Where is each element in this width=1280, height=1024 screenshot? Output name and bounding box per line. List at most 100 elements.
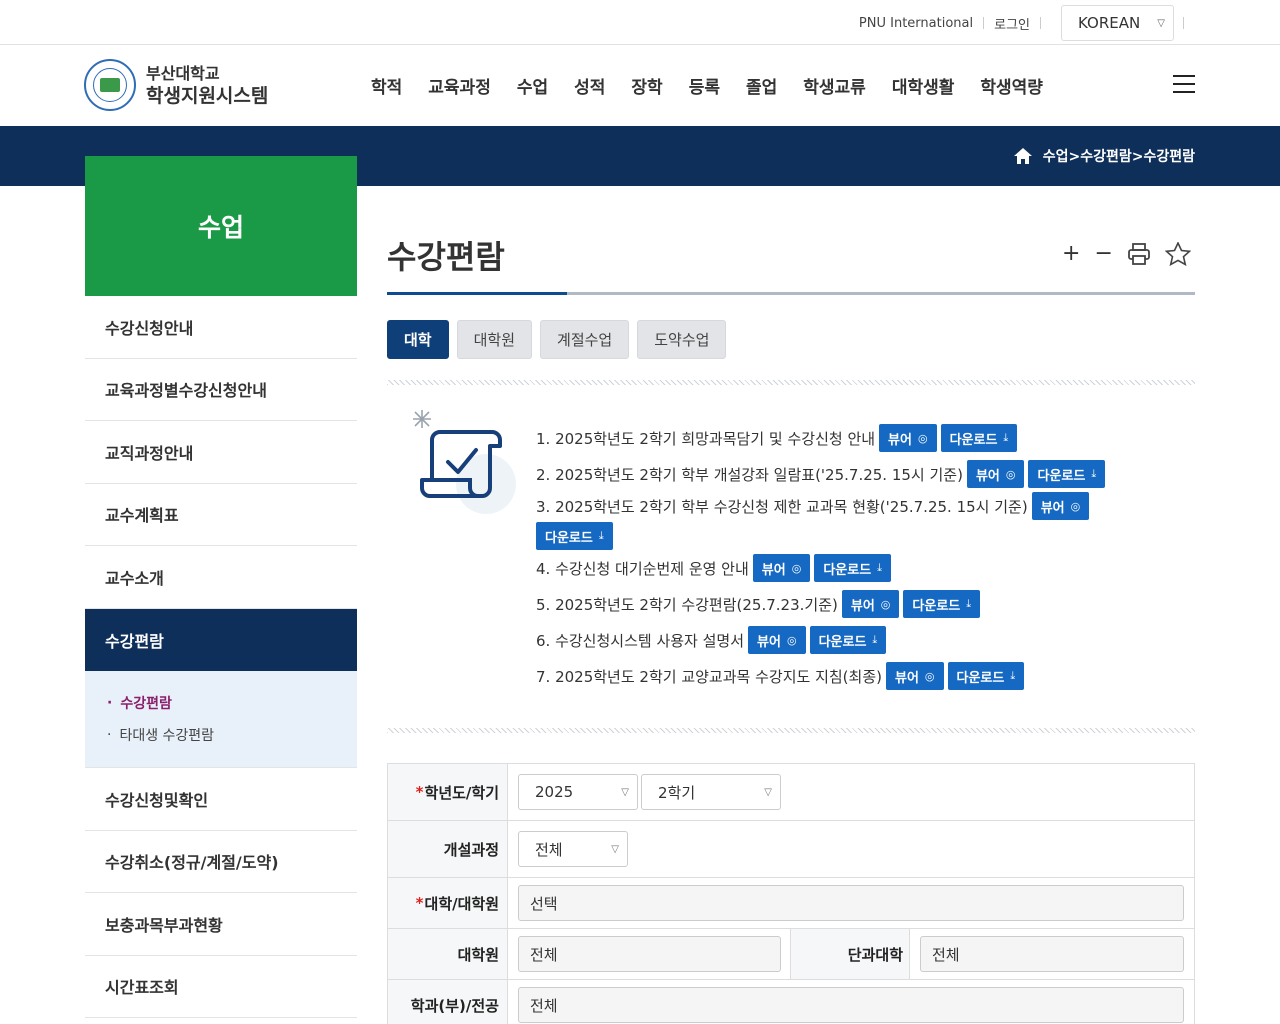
college-select[interactable]: 선택 [518,885,1184,921]
view-button[interactable]: 뷰어 ◎ [748,626,806,654]
nav-item[interactable]: 학적 [371,73,402,98]
menu-icon[interactable] [1173,75,1195,93]
sidebar-item[interactable]: 보충과목부과현황 [85,893,357,956]
search-form: * 학년도/학기 2025 ▽ 2학기 ▽ 개설과정 전체 ▽ * 대학/대학원 선택 대… [387,763,1195,1024]
view-button[interactable]: 뷰어 ◎ [885,662,944,690]
form-label: * 대학/대학원 [388,878,508,928]
download-button[interactable]: 다운로드 ⤓ [809,626,887,654]
chevron-down-icon: ▽ [621,786,629,798]
tab-undergraduate[interactable]: 대학 [387,320,449,359]
hatch-divider [387,728,1195,733]
view-button[interactable]: 뷰어 ◎ [841,590,900,618]
form-row-major: 학과(부)/전공 전체 [388,980,1194,1024]
tab-leap[interactable]: 도약수업 [637,320,727,359]
sidebar-item[interactable]: 수강취소(정규/계절/도약) [85,831,357,893]
breadcrumb: 수업>수강편람>수강편람 [1013,146,1195,166]
notice-title: 6. 수강신청시스템 사용자 설명서 [536,631,745,650]
major-select[interactable]: 전체 [518,987,1184,1023]
download-button[interactable]: 다운로드 ⤓ [940,424,1018,452]
download-icon: ⤓ [877,561,883,574]
download-button[interactable]: 다운로드 ⤓ [536,522,613,550]
form-label: * 학년도/학기 [388,764,508,820]
divider [1183,17,1184,29]
sidebar-item[interactable]: 시간표조회 [85,956,357,1018]
notice-item: 4. 수강신청 대기순번제 운영 안내 뷰어 ◎ 다운로드 ⤓ [536,550,1136,586]
chevron-down-icon: ▽ [764,786,772,798]
zoom-out-button[interactable]: − [1094,240,1112,268]
sidebar-submenu: · 수강편람 · 타대생 수강편람 [85,671,357,768]
sidebar-item-active[interactable]: 수강편람 [85,608,357,671]
home-icon[interactable] [1013,147,1033,165]
form-label: 개설과정 [388,821,508,877]
tab-seasonal[interactable]: 계절수업 [540,320,630,359]
favorite-star-icon[interactable] [1164,240,1192,268]
eye-icon: ◎ [917,431,928,445]
title-underline [387,292,1195,295]
view-button[interactable]: 뷰어 ◎ [966,460,1025,488]
language-value: KOREAN [1078,14,1141,32]
notice-item: 1. 2025학년도 2학기 희망과목담기 및 수강신청 안내 뷰어 ◎ 다운로드… [536,420,1136,456]
logo-system-name: 학생지원시스템 [146,85,269,107]
course-select[interactable]: 전체 ▽ [518,831,628,867]
nav-item[interactable]: 학생교류 [803,73,866,98]
main-navigation: 학적 교육과정 수업 성적 장학 등록 졸업 학생교류 대학생활 학생역량 [358,73,1056,98]
eye-icon: ◎ [1005,467,1016,481]
nav-item[interactable]: 성적 [574,73,605,98]
logo-university-name: 부산대학교 [146,64,220,83]
dept-college-select[interactable]: 전체 [920,936,1184,972]
sidebar-item[interactable]: 수강신청및확인 [85,768,357,831]
nav-item[interactable]: 등록 [689,73,720,98]
sidebar-menu: 수강신청안내 교육과정별수강신청안내 교직과정안내 교수계획표 교수소개 수강편… [85,296,357,1018]
sidebar-item[interactable]: 교수소개 [85,546,357,609]
term-select[interactable]: 2학기 ▽ [641,774,781,810]
nav-item[interactable]: 졸업 [746,73,777,98]
login-link[interactable]: 로그인 [994,14,1030,33]
notice-item: 7. 2025학년도 2학기 교양교과목 수강지도 지침(최종) 뷰어 ◎ 다운로… [536,658,1136,694]
nav-item[interactable]: 대학생활 [892,73,955,98]
nav-item[interactable]: 수업 [517,73,548,98]
hatch-divider [387,380,1195,385]
utility-links: PNU International 로그인 KOREAN ▽ [859,5,1184,41]
sidebar-item[interactable]: 교직과정안내 [85,421,357,484]
tab-graduate[interactable]: 대학원 [456,320,533,359]
view-button[interactable]: 뷰어 ◎ [879,424,937,452]
university-seal-icon [84,59,136,111]
notice-item: 3. 2025학년도 2학기 학부 수강신청 제한 교과목 현황('25.7.2… [536,492,1096,550]
nav-item[interactable]: 교육과정 [428,73,491,98]
site-header: 부산대학교 학생지원시스템 학적 교육과정 수업 성적 장학 등록 졸업 학생교… [0,45,1280,126]
download-icon: ⤓ [872,633,878,646]
view-button[interactable]: 뷰어 ◎ [752,554,811,582]
download-button[interactable]: 다운로드 ⤓ [947,662,1025,690]
pnu-international-link[interactable]: PNU International [859,16,973,31]
sidebar-subitem[interactable]: · 타대생 수강편람 [107,719,357,751]
print-icon[interactable] [1127,240,1151,268]
year-select[interactable]: 2025 ▽ [518,774,638,810]
form-label: 학과(부)/전공 [388,980,508,1024]
notice-item: 2. 2025학년도 2학기 학부 개설강좌 일람표('25.7.25. 15시… [536,456,1136,492]
site-logo[interactable]: 부산대학교 학생지원시스템 [84,59,268,111]
breadcrumb-path: 수업>수강편람>수강편람 [1042,149,1195,165]
view-button[interactable]: 뷰어 ◎ [1031,492,1090,520]
sidebar-subitem-label: 타대생 수강편람 [119,728,215,744]
divider [1040,17,1041,29]
download-icon: ⤓ [1003,431,1009,444]
notice-item: 5. 2025학년도 2학기 수강편람(25.7.23.기준) 뷰어 ◎ 다운로드… [536,586,1136,622]
chevron-down-icon: ▽ [1157,17,1165,29]
zoom-in-button[interactable]: + [1062,240,1080,268]
divider [983,17,985,29]
nav-item[interactable]: 장학 [631,73,662,98]
download-button[interactable]: 다운로드 ⤓ [1028,460,1106,488]
eye-icon: ◎ [791,561,802,575]
language-select[interactable]: KOREAN ▽ [1061,5,1174,41]
sidebar-item[interactable]: 수강신청안내 [85,296,357,359]
sidebar-item[interactable]: 교육과정별수강신청안내 [85,359,357,421]
sidebar-item[interactable]: 교수계획표 [85,484,357,546]
download-button[interactable]: 다운로드 ⤓ [814,554,892,582]
sidebar-subitem-active[interactable]: · 수강편람 [107,687,357,719]
download-icon: ⤓ [1091,467,1097,480]
graduate-select[interactable]: 전체 [518,936,781,972]
download-icon: ⤓ [966,597,972,610]
nav-item[interactable]: 학생역량 [980,73,1043,98]
form-row-course: 개설과정 전체 ▽ [388,821,1194,878]
download-button[interactable]: 다운로드 ⤓ [903,590,981,618]
